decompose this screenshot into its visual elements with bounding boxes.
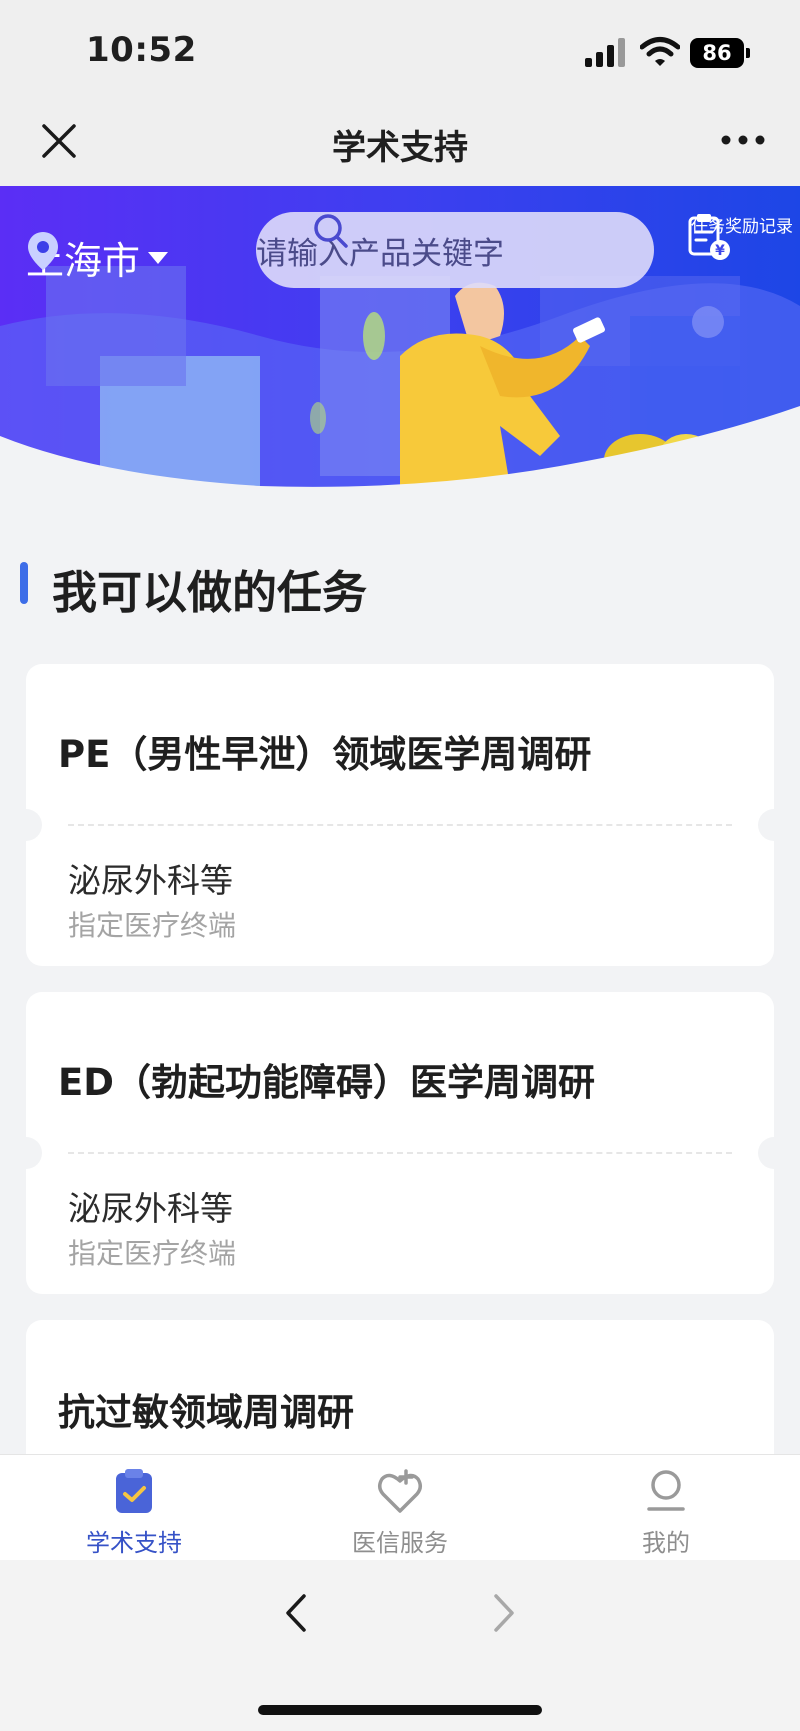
tab-academic-support[interactable]: 学术支持 xyxy=(54,1467,214,1558)
title-bar: 学术支持 xyxy=(0,100,800,188)
task-terminal: 指定医疗终端 xyxy=(68,1237,237,1270)
task-department: 泌尿外科等 xyxy=(68,1189,233,1228)
city-selector[interactable]: 上海市 xyxy=(26,230,169,285)
task-card[interactable]: PE（男性早泄）领域医学周调研 泌尿外科等 指定医疗终端 xyxy=(10,664,790,966)
tab-mine[interactable]: 我的 xyxy=(586,1467,746,1558)
tab-label: 我的 xyxy=(642,1529,690,1557)
svg-text:¥: ¥ xyxy=(715,243,725,259)
tab-label: 学术支持 xyxy=(86,1529,182,1557)
task-reward-record-button[interactable]: ¥ 任务奖励记录 xyxy=(686,212,798,260)
task-title: ED（勃起功能障碍）医学周调研 xyxy=(58,1061,595,1104)
home-indicator xyxy=(258,1705,542,1715)
browser-toolbar xyxy=(0,1560,800,1731)
battery-cap xyxy=(746,48,750,58)
task-terminal: 指定医疗终端 xyxy=(68,909,237,942)
back-arrow-icon[interactable] xyxy=(278,1588,314,1638)
task-department: 泌尿外科等 xyxy=(68,861,233,900)
bottom-tab-bar: 学术支持 医信服务 我的 xyxy=(0,1454,800,1561)
battery-indicator: 86 xyxy=(690,38,744,68)
forward-arrow-icon[interactable] xyxy=(486,1588,522,1638)
search-icon xyxy=(314,214,348,248)
section-title: 我可以做的任务 xyxy=(52,566,368,619)
task-card[interactable]: ED（勃起功能障碍）医学周调研 泌尿外科等 指定医疗终端 xyxy=(10,992,790,1294)
heart-plus-icon xyxy=(378,1469,422,1513)
clipboard-check-icon xyxy=(116,1469,152,1513)
status-time: 10:52 xyxy=(86,30,197,70)
user-icon xyxy=(647,1470,685,1511)
search-placeholder: 请输入产品关键字 xyxy=(256,235,504,272)
location-pin-icon xyxy=(28,232,58,270)
more-options-icon[interactable] xyxy=(718,120,768,160)
card-notch xyxy=(10,809,42,841)
wifi-icon xyxy=(640,37,680,66)
section-accent-bar xyxy=(20,562,28,604)
tab-label: 医信服务 xyxy=(352,1529,448,1557)
hero-banner: 上海市 请输入产品关键字 ¥ 任务奖励记录 xyxy=(0,186,800,526)
clipboard-yen-icon: ¥ xyxy=(688,214,730,260)
card-divider xyxy=(68,1152,732,1154)
task-title: PE（男性早泄）领域医学周调研 xyxy=(58,733,592,776)
card-notch xyxy=(758,1137,790,1169)
task-title: 抗过敏领域周调研 xyxy=(58,1391,354,1434)
tab-medical-info-service[interactable]: 医信服务 xyxy=(320,1467,480,1558)
status-bar: 10:52 86 xyxy=(0,0,800,100)
chevron-down-icon xyxy=(148,251,169,264)
card-notch xyxy=(758,809,790,841)
card-notch xyxy=(10,1137,42,1169)
card-divider xyxy=(68,824,732,826)
page-title: 学术支持 xyxy=(332,128,468,168)
search-input[interactable]: 请输入产品关键字 xyxy=(256,212,654,288)
cellular-signal-icon xyxy=(585,38,625,67)
